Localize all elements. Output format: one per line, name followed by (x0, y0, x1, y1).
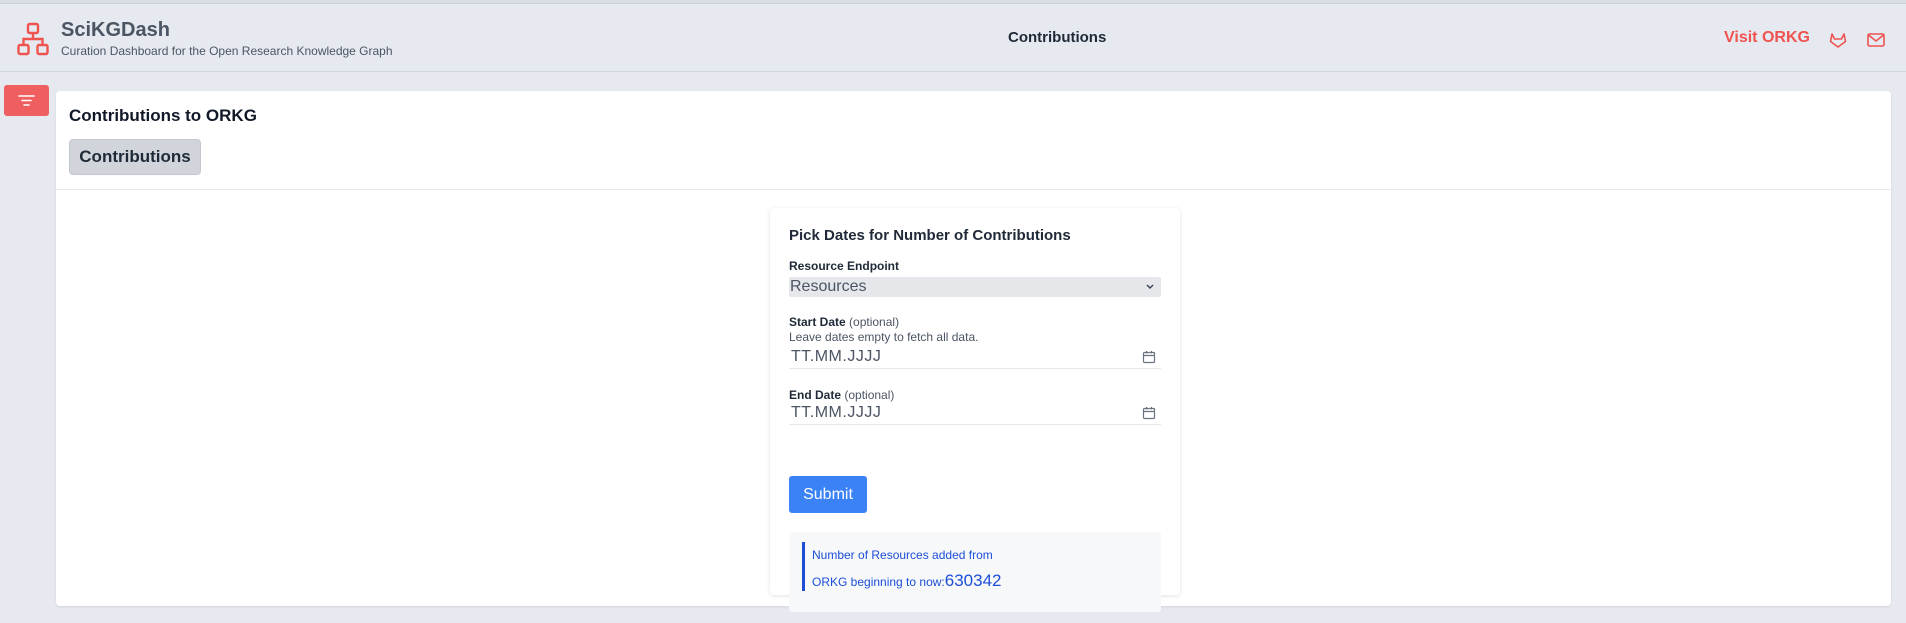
gitlab-icon[interactable] (1828, 30, 1848, 50)
start-date-label-text: Start Date (789, 315, 846, 329)
start-date-input[interactable]: TT.MM.JJJJ (789, 347, 1161, 369)
dates-hint: Leave dates empty to fetch all data. (789, 330, 979, 344)
visit-orkg-link[interactable]: Visit ORKG (1724, 29, 1810, 47)
end-date-placeholder: TT.MM.JJJJ (791, 404, 882, 421)
result-text-line2: ORKG beginning to now:630342 (812, 571, 1001, 591)
result-box: Number of Resources added from ORKG begi… (789, 532, 1161, 612)
mail-icon[interactable] (1866, 30, 1886, 50)
sidebar-toggle-button[interactable] (4, 85, 49, 116)
brand-title[interactable]: SciKGDash (61, 19, 170, 42)
result-count: 630342 (944, 571, 1002, 590)
result-text-prefix: ORKG beginning to now: (812, 575, 945, 589)
endpoint-select[interactable]: Resources (789, 277, 1161, 297)
end-date-optional: (optional) (844, 388, 895, 402)
calendar-icon[interactable] (1142, 406, 1156, 420)
tab-contributions[interactable]: Contributions (69, 139, 201, 175)
result-text-line1: Number of Resources added from (812, 548, 993, 562)
card-title: Contributions to ORKG (69, 106, 257, 125)
endpoint-selected-value: Resources (790, 278, 867, 295)
submit-button[interactable]: Submit (789, 476, 867, 513)
start-date-label: Start Date (optional) (789, 315, 899, 329)
contributions-card: Contributions to ORKG Contributions Pick… (56, 91, 1891, 612)
calendar-icon[interactable] (1142, 350, 1156, 364)
end-date-input[interactable]: TT.MM.JJJJ (789, 403, 1161, 425)
start-date-optional: (optional) (849, 315, 900, 329)
end-date-label-text: End Date (789, 388, 842, 402)
brand-subtitle: Curation Dashboard for the Open Research… (61, 44, 393, 58)
divider (56, 189, 1891, 190)
form-title: Pick Dates for Number of Contributions (789, 227, 1071, 244)
sitemap-icon[interactable] (17, 22, 49, 56)
start-date-placeholder: TT.MM.JJJJ (791, 348, 882, 365)
hamburger-menu-icon (18, 95, 35, 106)
date-picker-form: Pick Dates for Number of Contributions R… (770, 208, 1180, 612)
endpoint-label: Resource Endpoint (789, 259, 900, 273)
nav-contributions[interactable]: Contributions (1008, 29, 1106, 46)
top-header: SciKGDash Curation Dashboard for the Ope… (0, 4, 1906, 72)
end-date-label: End Date (optional) (789, 388, 894, 402)
result-callout: Number of Resources added from ORKG begi… (802, 542, 1122, 591)
chevron-down-icon (1146, 284, 1154, 289)
